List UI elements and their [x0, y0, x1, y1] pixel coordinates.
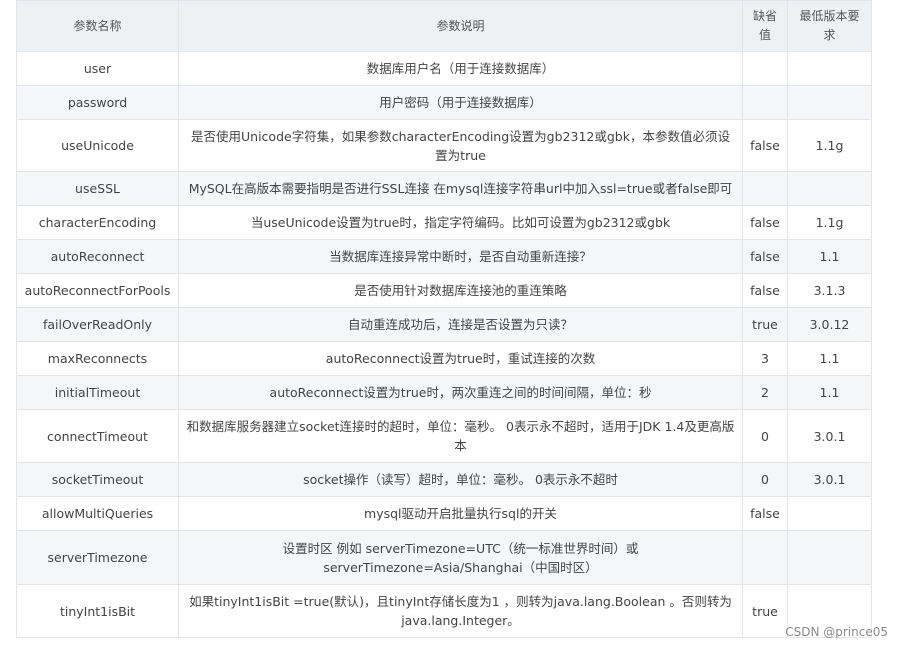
param-version [787, 51, 872, 86]
param-name: useUnicode [16, 119, 179, 172]
param-version [787, 85, 872, 120]
table-row: failOverReadOnly 自动重连成功后，连接是否设置为只读？ true… [16, 307, 872, 342]
param-default: true [742, 584, 788, 638]
param-default: 2 [742, 375, 788, 410]
param-version: 1.1 [787, 375, 872, 410]
table-row: user 数据库用户名（用于连接数据库） [16, 51, 872, 86]
param-name: socketTimeout [16, 462, 179, 497]
param-name: connectTimeout [16, 409, 179, 463]
param-desc: 当数据库连接异常中断时，是否自动重新连接？ [178, 239, 743, 274]
table-row: useUnicode 是否使用Unicode字符集，如果参数characterE… [16, 119, 872, 172]
param-name: autoReconnectForPools [16, 273, 179, 308]
table-row: password 用户密码（用于连接数据库） [16, 85, 872, 120]
table-row: allowMultiQueries mysql驱动开启批量执行sql的开关 fa… [16, 496, 872, 531]
param-desc: socket操作（读写）超时，单位：毫秒。 0表示永不超时 [178, 462, 743, 497]
param-desc: 是否使用针对数据库连接池的重连策略 [178, 273, 743, 308]
param-version: 3.0.1 [787, 462, 872, 497]
param-default: false [742, 239, 788, 274]
param-default: false [742, 119, 788, 172]
param-default [742, 85, 788, 120]
param-default: 0 [742, 462, 788, 497]
param-version: 1.1g [787, 205, 872, 240]
header-default-value: 缺省值 [742, 0, 788, 52]
param-default: 3 [742, 341, 788, 376]
param-version: 1.1 [787, 341, 872, 376]
param-version: 1.1 [787, 239, 872, 274]
param-version: 3.1.3 [787, 273, 872, 308]
param-desc: 自动重连成功后，连接是否设置为只读？ [178, 307, 743, 342]
param-desc: 当useUnicode设置为true时，指定字符编码。比如可设置为gb2312或… [178, 205, 743, 240]
param-name: characterEncoding [16, 205, 179, 240]
param-desc: mysql驱动开启批量执行sql的开关 [178, 496, 743, 531]
param-default [742, 530, 788, 585]
param-name: maxReconnects [16, 341, 179, 376]
table-row: useSSL MySQL在高版本需要指明是否进行SSL连接 在mysql连接字符… [16, 171, 872, 206]
param-default: false [742, 205, 788, 240]
table-row: autoReconnect 当数据库连接异常中断时，是否自动重新连接？ fals… [16, 239, 872, 274]
param-name: user [16, 51, 179, 86]
page: 参数名称 参数说明 缺省值 最低版本要求 user 数据库用户名（用于连接数据库… [0, 0, 902, 649]
param-desc: 和数据库服务器建立socket连接时的超时，单位：毫秒。 0表示永不超时，适用于… [178, 409, 743, 463]
param-desc: 用户密码（用于连接数据库） [178, 85, 743, 120]
param-name: tinyInt1isBit [16, 584, 179, 638]
table-row: initialTimeout autoReconnect设置为true时，两次重… [16, 375, 872, 410]
param-default: false [742, 273, 788, 308]
param-desc: 是否使用Unicode字符集，如果参数characterEncoding设置为g… [178, 119, 743, 172]
header-min-version: 最低版本要求 [787, 0, 872, 52]
param-desc: autoReconnect设置为true时，重试连接的次数 [178, 341, 743, 376]
table-row: characterEncoding 当useUnicode设置为true时，指定… [16, 205, 872, 240]
param-version: 1.1g [787, 119, 872, 172]
param-version [787, 496, 872, 531]
param-name: failOverReadOnly [16, 307, 179, 342]
param-default [742, 171, 788, 206]
param-name: serverTimezone [16, 530, 179, 585]
param-default: false [742, 496, 788, 531]
table-row: maxReconnects autoReconnect设置为true时，重试连接… [16, 341, 872, 376]
param-default: 0 [742, 409, 788, 463]
param-name: password [16, 85, 179, 120]
param-version: 3.0.1 [787, 409, 872, 463]
param-desc: autoReconnect设置为true时，两次重连之间的时间间隔，单位：秒 [178, 375, 743, 410]
table-row: autoReconnectForPools 是否使用针对数据库连接池的重连策略 … [16, 273, 872, 308]
param-version [787, 530, 872, 585]
table-row: tinyInt1isBit 如果tinyInt1isBit =true(默认)，… [16, 584, 872, 638]
param-default: true [742, 307, 788, 342]
param-name: useSSL [16, 171, 179, 206]
param-name: initialTimeout [16, 375, 179, 410]
param-desc: 数据库用户名（用于连接数据库） [178, 51, 743, 86]
param-version [787, 171, 872, 206]
watermark: CSDN @prince05 [785, 625, 888, 639]
param-default [742, 51, 788, 86]
header-param-desc: 参数说明 [178, 0, 743, 52]
header-param-name: 参数名称 [16, 0, 179, 52]
param-desc: 如果tinyInt1isBit =true(默认)，且tinyInt存储长度为1… [178, 584, 743, 638]
param-version: 3.0.12 [787, 307, 872, 342]
table-header-row: 参数名称 参数说明 缺省值 最低版本要求 [16, 0, 872, 52]
param-name: autoReconnect [16, 239, 179, 274]
param-desc: 设置时区 例如 serverTimezone=UTC（统一标准世界时间）或ser… [178, 530, 743, 585]
table-row: socketTimeout socket操作（读写）超时，单位：毫秒。 0表示永… [16, 462, 872, 497]
parameters-table: 参数名称 参数说明 缺省值 最低版本要求 user 数据库用户名（用于连接数据库… [16, 0, 872, 638]
param-desc: MySQL在高版本需要指明是否进行SSL连接 在mysql连接字符串url中加入… [178, 171, 743, 206]
param-name: allowMultiQueries [16, 496, 179, 531]
table-row: connectTimeout 和数据库服务器建立socket连接时的超时，单位：… [16, 409, 872, 463]
table-row: serverTimezone 设置时区 例如 serverTimezone=UT… [16, 530, 872, 585]
